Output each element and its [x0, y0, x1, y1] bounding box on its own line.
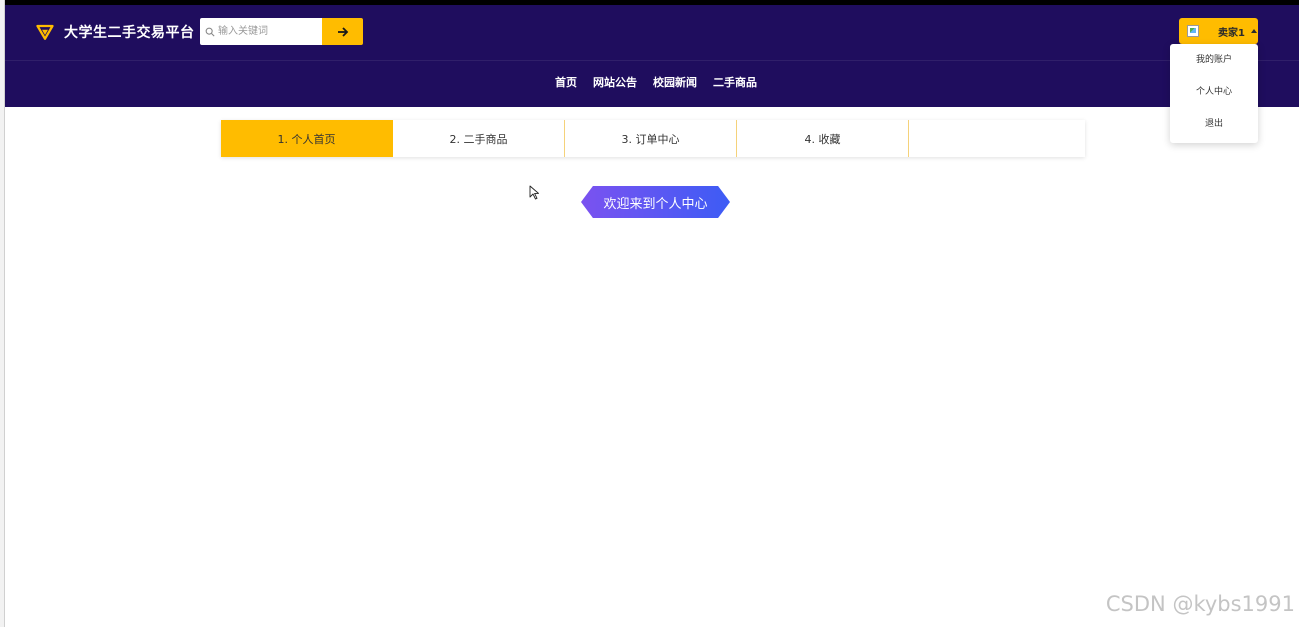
header-divider [5, 60, 1299, 61]
user-name: 卖家1 [1218, 27, 1245, 39]
menu-item-my-account[interactable]: 我的账户 [1170, 48, 1258, 80]
caret-up-icon [1250, 29, 1257, 33]
search-input[interactable] [218, 21, 318, 42]
tab-empty [909, 120, 1085, 157]
site-title: 大学生二手交易平台 [64, 25, 195, 41]
avatar [1187, 25, 1199, 37]
page: 大学生二手交易平台 首页 网站公告 校园新闻 二手商品 [0, 0, 1299, 627]
tab-secondhand-goods[interactable]: 2. 二手商品 [393, 120, 565, 157]
nav-item-secondhand-goods[interactable]: 二手商品 [713, 70, 757, 96]
site-header: 大学生二手交易平台 首页 网站公告 校园新闻 二手商品 [5, 5, 1299, 107]
search-bar [200, 18, 363, 45]
paper-plane-logo-icon [36, 24, 54, 40]
mouse-cursor-icon [529, 185, 539, 200]
watermark: CSDN @kybs1991 [1105, 592, 1295, 616]
nav-item-campus-news[interactable]: 校园新闻 [653, 70, 697, 96]
brand[interactable]: 大学生二手交易平台 [36, 22, 195, 42]
nav-item-announcements[interactable]: 网站公告 [593, 70, 637, 96]
tab-personal-home[interactable]: 1. 个人首页 [221, 120, 393, 157]
search-box [200, 18, 322, 45]
nav-item-home[interactable]: 首页 [555, 70, 577, 96]
user-dropdown-menu: 我的账户 个人中心 退出 [1170, 44, 1258, 143]
menu-item-logout[interactable]: 退出 [1170, 112, 1258, 144]
main-nav: 首页 网站公告 校园新闻 二手商品 [5, 70, 1299, 96]
tab-favorites[interactable]: 4. 收藏 [737, 120, 909, 157]
menu-item-personal-center[interactable]: 个人中心 [1170, 80, 1258, 112]
welcome-banner: 欢迎来到个人中心 [581, 186, 730, 218]
search-submit-button[interactable] [322, 18, 363, 45]
tab-order-center[interactable]: 3. 订单中心 [565, 120, 737, 157]
search-icon [205, 27, 215, 37]
user-menu-button[interactable]: 卖家1 [1179, 18, 1258, 44]
personal-center-tabs: 1. 个人首页 2. 二手商品 3. 订单中心 4. 收藏 [221, 120, 1085, 157]
arrow-right-icon [337, 26, 348, 37]
